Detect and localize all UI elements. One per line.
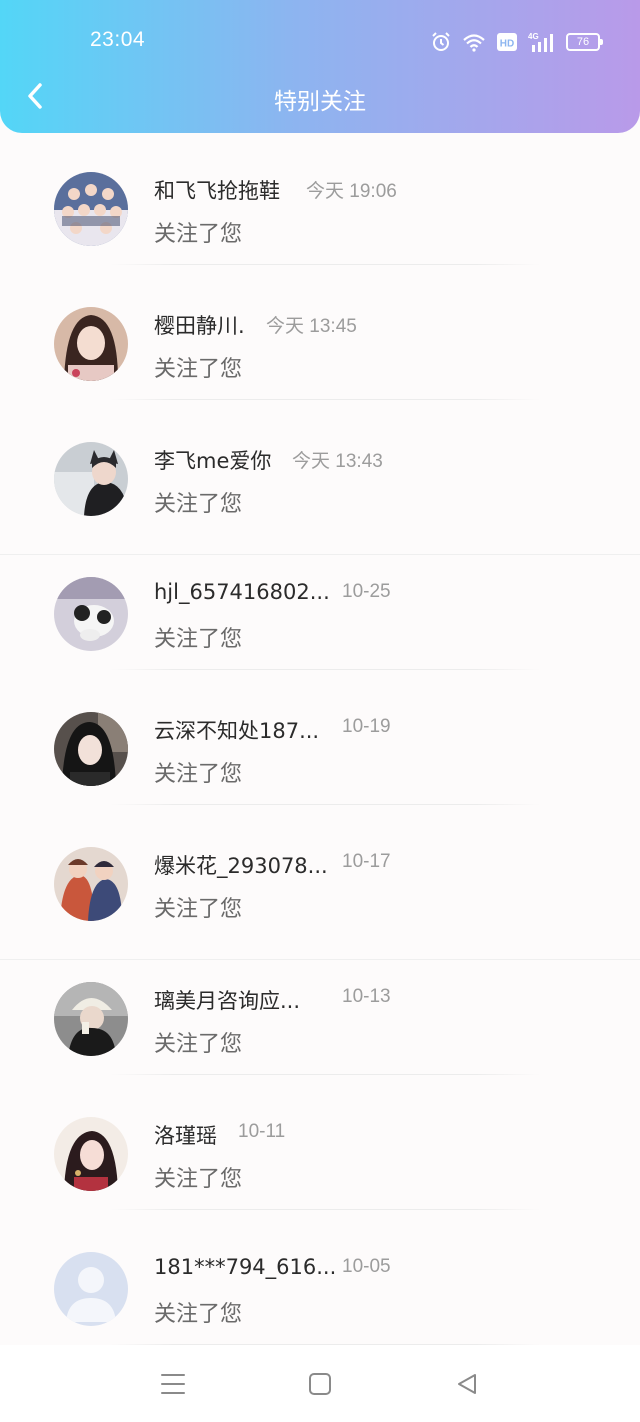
system-nav-bar <box>0 1345 640 1422</box>
avatar[interactable] <box>54 577 128 651</box>
square-home-icon <box>308 1372 331 1395</box>
divider <box>110 264 540 265</box>
timestamp: 10-17 <box>342 851 391 872</box>
list-item[interactable]: 璃美月咨询应... 10-13 关注了您 <box>0 960 640 1095</box>
action-text: 关注了您 <box>154 1167 243 1192</box>
user-name[interactable]: 李飞me爱你 <box>154 445 271 475</box>
timestamp: 今天 13:43 <box>292 451 383 472</box>
menu-button[interactable] <box>153 1364 193 1404</box>
divider <box>110 804 540 805</box>
menu-icon <box>161 1373 186 1394</box>
wifi-icon <box>463 34 485 52</box>
user-name[interactable]: 云深不知处187... <box>154 715 319 745</box>
user-name[interactable]: 和飞飞抢拖鞋 <box>154 175 280 205</box>
timestamp: 10-19 <box>342 716 391 737</box>
timestamp: 今天 13:45 <box>266 316 357 337</box>
home-button[interactable] <box>300 1364 340 1404</box>
action-text: 关注了您 <box>154 1032 243 1057</box>
avatar[interactable] <box>54 307 128 381</box>
divider <box>110 1209 540 1210</box>
action-text: 关注了您 <box>154 897 243 922</box>
action-text: 关注了您 <box>154 357 243 382</box>
timestamp: 10-25 <box>342 581 391 602</box>
svg-text:HD: HD <box>500 39 514 50</box>
hd-icon: HD <box>497 33 517 51</box>
user-name[interactable]: 洛瑾瑶 <box>154 1120 217 1150</box>
divider <box>110 1074 540 1075</box>
page-title: 特别关注 <box>274 89 366 115</box>
avatar[interactable] <box>54 982 128 1056</box>
user-name[interactable]: 爆米花_293078... <box>154 850 328 880</box>
status-icons: HD 4G 76 <box>430 30 603 54</box>
list-item[interactable]: hjl_657416802... 10-25 关注了您 <box>0 555 640 690</box>
header-bar: 23:04 HD 4G 76 特别关注 <box>0 0 640 133</box>
divider <box>110 399 540 400</box>
timestamp: 10-11 <box>238 1121 286 1142</box>
avatar[interactable] <box>54 442 128 516</box>
timestamp: 10-13 <box>342 986 391 1007</box>
avatar[interactable] <box>54 1252 128 1326</box>
avatar[interactable] <box>54 1117 128 1191</box>
follow-list: 和飞飞抢拖鞋 今天 19:06 关注了您 樱田静川. 今天 13:45 关注了您 <box>0 150 640 1365</box>
action-text: 关注了您 <box>154 492 243 517</box>
timestamp: 10-05 <box>342 1256 391 1277</box>
list-item[interactable]: 樱田静川. 今天 13:45 关注了您 <box>0 285 640 420</box>
alarm-icon <box>432 32 450 51</box>
user-name[interactable]: 璃美月咨询应... <box>154 985 300 1015</box>
avatar[interactable] <box>54 712 128 786</box>
user-name[interactable]: 樱田静川. <box>154 310 245 340</box>
signal-4g-icon: 4G <box>528 32 553 52</box>
status-time: 23:04 <box>90 28 146 51</box>
divider <box>110 669 540 670</box>
svg-text:4G: 4G <box>528 32 539 41</box>
action-text: 关注了您 <box>154 627 243 652</box>
list-item[interactable]: 洛瑾瑶 10-11 关注了您 <box>0 1095 640 1230</box>
battery-icon: 76 <box>566 33 603 51</box>
user-name[interactable]: 181***794_616... <box>154 1255 336 1279</box>
user-name[interactable]: hjl_657416802... <box>154 580 330 604</box>
avatar[interactable] <box>54 847 128 921</box>
action-text: 关注了您 <box>154 222 243 247</box>
back-nav-button[interactable] <box>447 1364 487 1404</box>
action-text: 关注了您 <box>154 762 243 787</box>
list-item[interactable]: 李飞me爱你 今天 13:43 关注了您 <box>0 420 640 555</box>
timestamp: 今天 19:06 <box>306 181 397 202</box>
list-item[interactable]: 云深不知处187... 10-19 关注了您 <box>0 690 640 825</box>
list-item[interactable]: 和飞飞抢拖鞋 今天 19:06 关注了您 <box>0 150 640 285</box>
action-text: 关注了您 <box>154 1302 243 1327</box>
triangle-back-icon <box>457 1373 476 1394</box>
list-item[interactable]: 爆米花_293078... 10-17 关注了您 <box>0 825 640 960</box>
avatar[interactable] <box>54 172 128 246</box>
